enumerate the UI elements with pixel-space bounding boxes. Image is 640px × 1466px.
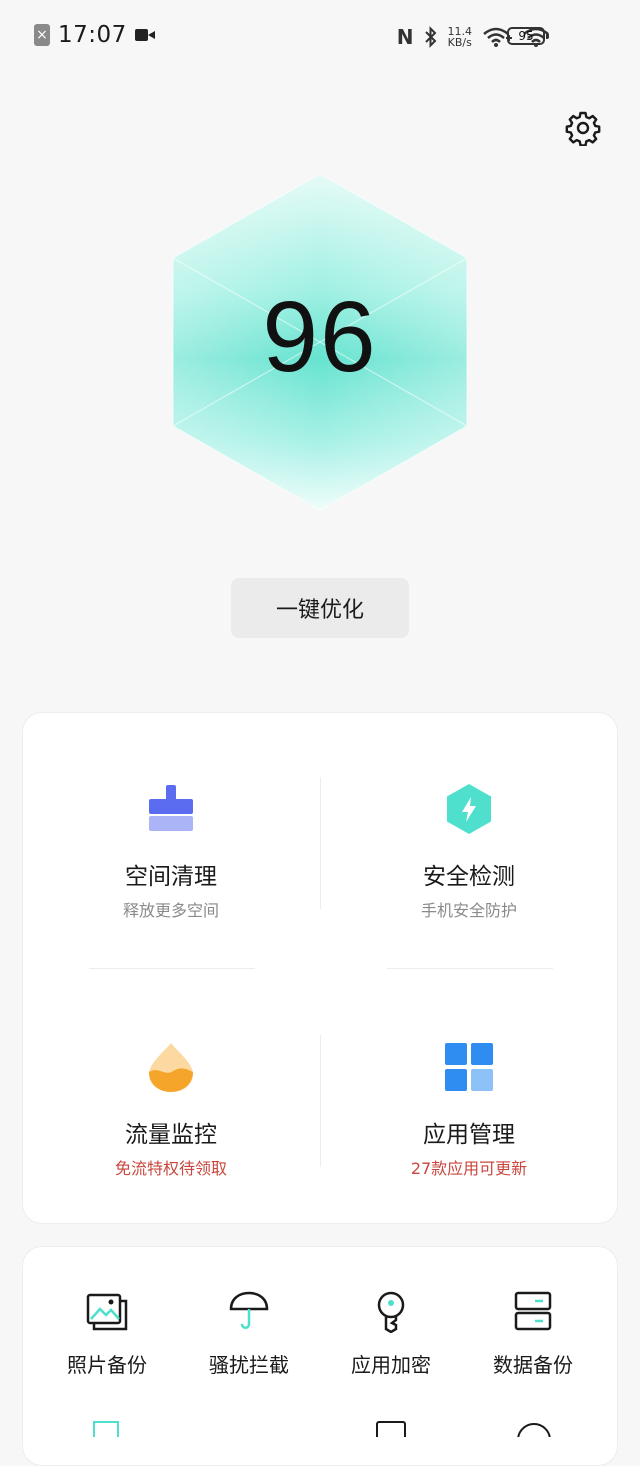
one-tap-optimize-button[interactable]: 一键优化 — [231, 578, 409, 638]
feature-title: 安全检测 — [423, 864, 515, 890]
status-bar: 17:07 N 11.4 KB/s 95 — [0, 0, 640, 72]
feature-security-check[interactable]: 安全检测 手机安全防护 — [321, 783, 617, 921]
tool-label: 骚扰拦截 — [209, 1353, 289, 1377]
partial-tool-icon — [517, 1423, 551, 1437]
battery-indicator: 95 — [507, 27, 549, 45]
status-time: 17:07 — [58, 22, 127, 48]
no-sim-icon — [34, 24, 50, 46]
tool-photo-backup[interactable]: 照片备份 — [37, 1289, 177, 1378]
tool-data-backup[interactable]: 数据备份 — [463, 1289, 603, 1378]
feature-subtitle: 释放更多空间 — [122, 901, 219, 920]
tool-label: 照片备份 — [67, 1353, 147, 1377]
umbrella-icon — [229, 1291, 269, 1329]
tool-label: 数据备份 — [493, 1353, 573, 1377]
network-speed: 11.4 KB/s — [448, 26, 473, 48]
shield-bolt-icon — [447, 784, 491, 834]
feature-title: 空间清理 — [125, 864, 217, 890]
tool-harass-block[interactable]: 骚扰拦截 — [179, 1289, 319, 1378]
feature-title: 应用管理 — [423, 1122, 515, 1148]
storage-icon — [514, 1291, 552, 1331]
app-grid-icon — [445, 1043, 493, 1091]
feature-subtitle: 免流特权待领取 — [114, 1159, 227, 1178]
feature-title: 流量监控 — [125, 1122, 217, 1148]
tool-label: 应用加密 — [351, 1353, 431, 1377]
broom-icon — [149, 785, 193, 831]
feature-app-management[interactable]: 应用管理 27款应用可更新 — [321, 1041, 617, 1179]
feature-space-clean[interactable]: 空间清理 释放更多空间 — [23, 783, 319, 921]
divider — [89, 968, 255, 969]
feature-subtitle: 27款应用可更新 — [410, 1159, 528, 1178]
divider — [387, 968, 553, 969]
water-drop-icon — [149, 1043, 193, 1092]
tools-next-row — [23, 1417, 619, 1437]
photo-icon — [86, 1293, 128, 1331]
tools-card: 照片备份 骚扰拦截 应用加密 数据备份 — [22, 1246, 618, 1466]
network-speed-unit: KB/s — [447, 36, 472, 49]
partial-tool-icon — [93, 1421, 119, 1437]
key-icon — [377, 1291, 405, 1334]
settings-gear-icon[interactable] — [565, 110, 601, 146]
feature-traffic-monitor[interactable]: 流量监控 免流特权待领取 — [23, 1041, 319, 1179]
feature-card: 空间清理 释放更多空间 安全检测 手机安全防护 流量监控 免流特权待领取 应用管… — [22, 712, 618, 1224]
screen-record-icon — [134, 28, 155, 42]
bluetooth-icon — [424, 26, 436, 48]
status-left: 17:07 — [34, 22, 155, 48]
tool-app-encrypt[interactable]: 应用加密 — [321, 1289, 461, 1378]
partial-tool-icon — [376, 1421, 406, 1437]
score-value: 96 — [262, 281, 378, 393]
feature-subtitle: 手机安全防护 — [420, 901, 517, 920]
nfc-icon: N — [396, 25, 414, 49]
